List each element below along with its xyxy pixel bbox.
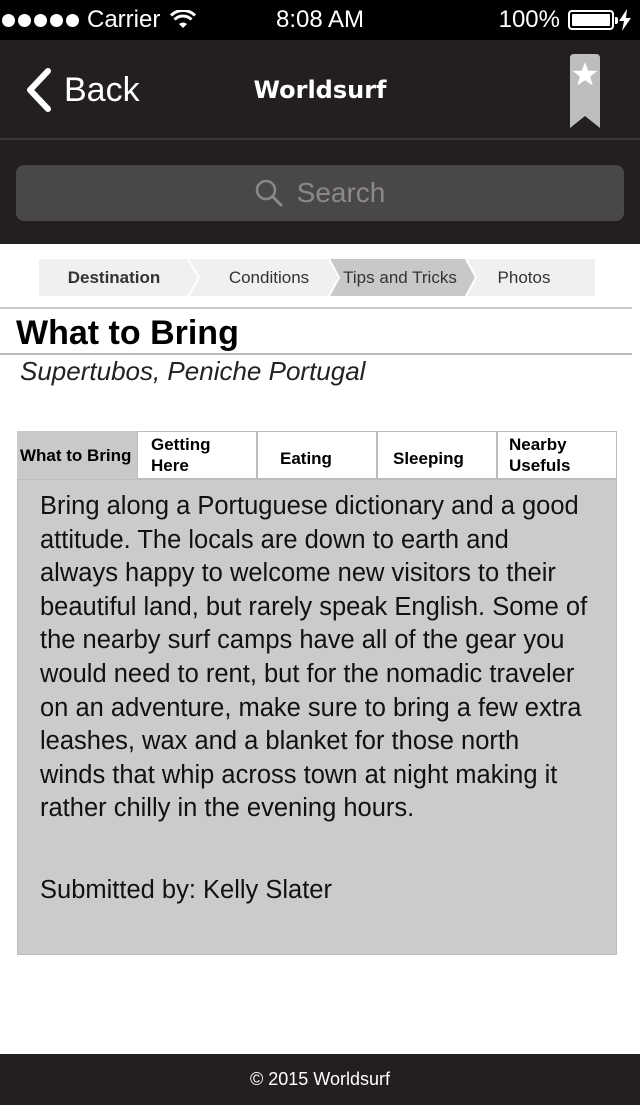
chevron-left-icon [27, 68, 51, 112]
tab-content-panel: Bring along a Portuguese dictionary and … [17, 479, 617, 955]
section-nav: Destination Conditions Tips and Tricks P… [39, 259, 595, 296]
step-divider [328, 259, 342, 296]
back-label: Back [64, 70, 140, 109]
tab-eating[interactable]: Eating [257, 431, 377, 479]
tab-nearby-usefuls[interactable]: Nearby Usefuls [497, 431, 617, 479]
step-divider [187, 259, 201, 296]
location-subtitle: Supertubos, Peniche Portugal [20, 356, 366, 386]
step-tips-and-tricks[interactable]: Tips and Tricks [337, 259, 463, 296]
submitted-by: Submitted by: Kelly Slater [40, 876, 332, 904]
tab-getting-here[interactable]: Getting Here [137, 431, 257, 479]
step-destination[interactable]: Destination [39, 259, 189, 296]
search-placeholder: Search [296, 177, 386, 208]
status-bar: Carrier 8:08 AM 100% [0, 0, 640, 40]
step-photos[interactable]: Photos [477, 259, 571, 296]
footer: © 2015 Worldsurf [0, 1054, 640, 1105]
step-conditions[interactable]: Conditions [201, 259, 337, 296]
charging-bolt-icon [619, 9, 631, 31]
search-icon [255, 179, 283, 207]
search-input[interactable]: Search [16, 165, 624, 221]
page-title: What to Bring [16, 314, 239, 352]
bookmark-star-icon[interactable] [568, 54, 602, 130]
search-bar-container: Search [0, 140, 640, 244]
battery-percent: 100% [498, 6, 560, 33]
battery-icon [568, 10, 618, 30]
tab-sleeping[interactable]: Sleeping [377, 431, 497, 479]
back-button[interactable]: Back [24, 66, 140, 114]
tips-body-text: Bring along a Portuguese dictionary and … [40, 492, 588, 823]
navigation-bar: Back Worldsurf [0, 40, 640, 140]
content-tabs: What to Bring Getting Here Eating Sleepi… [17, 431, 617, 479]
step-divider [463, 259, 477, 296]
copyright-text: © 2015 Worldsurf [250, 1069, 390, 1089]
divider [0, 353, 632, 355]
tab-what-to-bring[interactable]: What to Bring [17, 431, 137, 479]
divider [0, 307, 632, 309]
